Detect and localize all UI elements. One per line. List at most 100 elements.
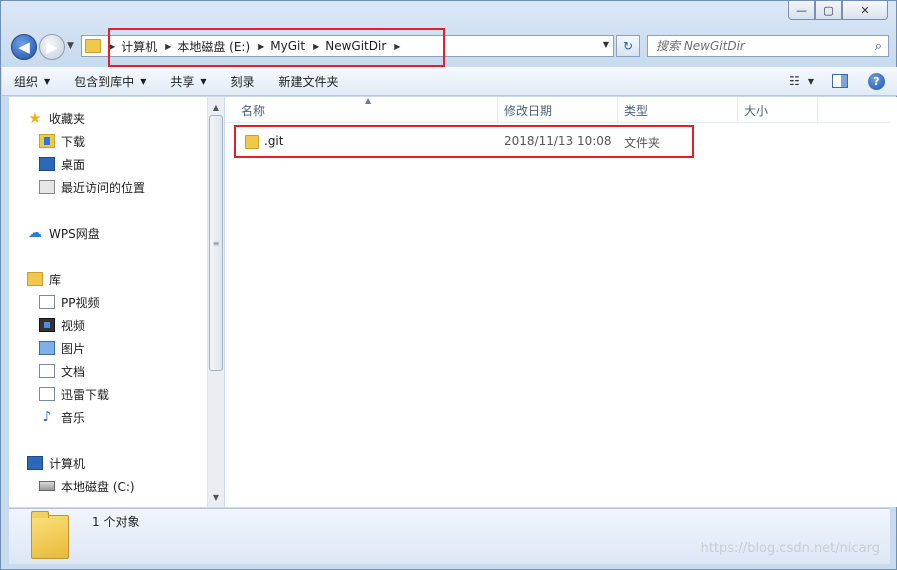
chevron-right-icon[interactable]: ▶ (165, 42, 171, 51)
column-label: 类型 (624, 103, 649, 118)
new-folder-button[interactable]: 新建文件夹 (267, 67, 351, 95)
column-size[interactable]: 大小 (738, 97, 818, 123)
folder-icon (31, 511, 69, 559)
sidebar-item-label: PP视频 (61, 295, 100, 310)
help-icon[interactable]: ? (868, 72, 885, 90)
explorer-window: — ▢ ✕ ◀ ▶ ▼ ▶ 计算机 ▶ 本地磁盘 (E:) ▶ MyGit ▶ … (0, 0, 897, 570)
sidebar-item-label: 计算机 (49, 456, 86, 471)
scrollbar-thumb[interactable]: ≡ (209, 115, 223, 371)
column-label: 修改日期 (504, 103, 553, 118)
new-folder-label: 新建文件夹 (278, 74, 339, 89)
sidebar-item-label: 下载 (61, 134, 86, 149)
sidebar-item-label: 图片 (61, 341, 86, 356)
command-bar: 组织 ▼ 包含到库中 ▼ 共享 ▼ 刻录 新建文件夹 ☷ ▼ ? (2, 67, 897, 96)
folder-icon (85, 39, 101, 53)
sidebar-item-label: 本地磁盘 (C:) (61, 479, 135, 494)
document-icon (39, 295, 55, 309)
sidebar-item-wps-cloud[interactable]: ☁ WPS网盘 (27, 223, 100, 243)
video-icon (39, 318, 55, 332)
desktop-icon (39, 157, 55, 171)
maximize-button[interactable]: ▢ (815, 1, 842, 20)
column-date-modified[interactable]: 修改日期 (498, 97, 618, 123)
sidebar-item-favorites[interactable]: ★ 收藏夹 (27, 108, 85, 128)
chevron-down-icon: ▼ (140, 76, 147, 86)
sidebar-item-label: 收藏夹 (49, 111, 86, 126)
sidebar-item-thunder-downloads[interactable]: 迅雷下载 (39, 384, 109, 404)
search-input[interactable] (656, 39, 861, 53)
change-view-button[interactable]: ☷ ▼ (789, 74, 814, 88)
file-list-pane: ▲ 名称 修改日期 类型 大小 .git 2018/11/13 10:08 文件… (225, 96, 890, 507)
include-in-library-label: 包含到库中 (74, 74, 135, 89)
sidebar-item-documents[interactable]: 文档 (39, 361, 85, 381)
sidebar-item-music[interactable]: ♪ 音乐 (39, 407, 85, 427)
burn-button[interactable]: 刻录 (219, 67, 267, 95)
forward-button[interactable]: ▶ (39, 34, 65, 60)
sidebar-item-label: 视频 (61, 318, 86, 333)
breadcrumb-label: NewGitDir (325, 39, 387, 53)
breadcrumb-label: MyGit (270, 39, 306, 53)
sidebar-item-local-disk-c[interactable]: 本地磁盘 (C:) (39, 476, 135, 496)
navigation-scrollbar[interactable]: ▲ ≡ ▼ (207, 97, 224, 507)
organize-button[interactable]: 组织 ▼ (2, 67, 62, 95)
item-count: 1 个对象 (92, 515, 140, 529)
breadcrumb-computer[interactable]: ▶ 计算机 (101, 38, 157, 55)
sidebar-item-label: 音乐 (61, 410, 86, 425)
sidebar-item-desktop[interactable]: 桌面 (39, 154, 85, 174)
watermark: https://blog.csdn.net/nicarg (700, 541, 880, 556)
scroll-up-icon[interactable]: ▲ (208, 99, 224, 115)
column-label: 大小 (744, 103, 769, 118)
minimize-button[interactable]: — (788, 1, 815, 20)
navigation-row: ◀ ▶ ▼ ▶ 计算机 ▶ 本地磁盘 (E:) ▶ MyGit ▶ NewGit… (1, 29, 896, 65)
close-button[interactable]: ✕ (842, 1, 888, 20)
refresh-button[interactable]: ↻ (616, 35, 640, 57)
organize-label: 组织 (14, 74, 39, 89)
sidebar-item-downloads[interactable]: 下载 (39, 131, 85, 151)
chevron-right-icon[interactable]: ▶ (258, 42, 264, 51)
address-dropdown-icon[interactable]: ▼ (603, 40, 609, 49)
sidebar-item-recent-places[interactable]: 最近访问的位置 (39, 177, 145, 197)
chevron-right-icon[interactable]: ▶ (109, 42, 115, 51)
details-pane: 1 个对象 https://blog.csdn.net/nicarg (9, 508, 890, 564)
star-icon: ★ (28, 109, 42, 127)
sidebar-item-videos[interactable]: 视频 (39, 315, 85, 335)
address-bar[interactable]: ▶ 计算机 ▶ 本地磁盘 (E:) ▶ MyGit ▶ NewGitDir ▶ … (81, 35, 614, 57)
recent-places-icon (39, 180, 55, 194)
chevron-down-icon: ▼ (44, 76, 51, 86)
breadcrumb-drive-e[interactable]: ▶ 本地磁盘 (E:) (157, 38, 250, 55)
document-icon (39, 387, 55, 401)
search-icon[interactable]: ⌕ (875, 39, 882, 54)
sidebar-item-pp-video[interactable]: PP视频 (39, 292, 99, 312)
recent-pages-dropdown-icon[interactable]: ▼ (67, 41, 74, 51)
preview-pane-icon[interactable] (832, 74, 848, 88)
file-row[interactable]: .git 2018/11/13 10:08 文件夹 (235, 127, 693, 157)
sidebar-item-computer[interactable]: 计算机 (27, 453, 85, 473)
sidebar-item-label: 文档 (61, 364, 86, 379)
sidebar-item-label: 库 (49, 272, 62, 287)
include-in-library-button[interactable]: 包含到库中 ▼ (62, 67, 158, 95)
toolbar-right-group: ☷ ▼ ? (789, 67, 897, 95)
music-icon: ♪ (42, 409, 52, 425)
drive-icon (39, 481, 55, 491)
navigation-pane: ★ 收藏夹 下载 桌面 最近访问的位置 ☁ WPS网盘 库 PP视频 视频 图片… (9, 97, 222, 507)
column-name[interactable]: 名称 (235, 97, 498, 123)
chevron-down-icon: ▼ (807, 76, 814, 86)
scroll-down-icon[interactable]: ▼ (208, 489, 224, 505)
document-icon (39, 364, 55, 378)
folder-icon (245, 135, 259, 149)
search-box[interactable]: ⌕ (647, 35, 889, 57)
sidebar-item-libraries[interactable]: 库 (27, 269, 61, 289)
burn-label: 刻录 (230, 74, 255, 89)
file-type: 文件夹 (624, 136, 661, 150)
downloads-folder-icon (39, 134, 55, 148)
chevron-right-icon[interactable]: ▶ (394, 42, 400, 51)
chevron-right-icon[interactable]: ▶ (313, 42, 319, 51)
sidebar-item-pictures[interactable]: 图片 (39, 338, 85, 358)
column-label: 名称 (241, 103, 266, 118)
column-type[interactable]: 类型 (618, 97, 738, 123)
breadcrumb-mygit[interactable]: ▶ MyGit (250, 39, 305, 53)
share-button[interactable]: 共享 ▼ (158, 67, 218, 95)
computer-icon (27, 456, 43, 470)
breadcrumb-newgitdir[interactable]: ▶ NewGitDir ▶ (305, 39, 406, 53)
back-button[interactable]: ◀ (11, 34, 37, 60)
view-list-icon: ☷ (789, 74, 800, 88)
